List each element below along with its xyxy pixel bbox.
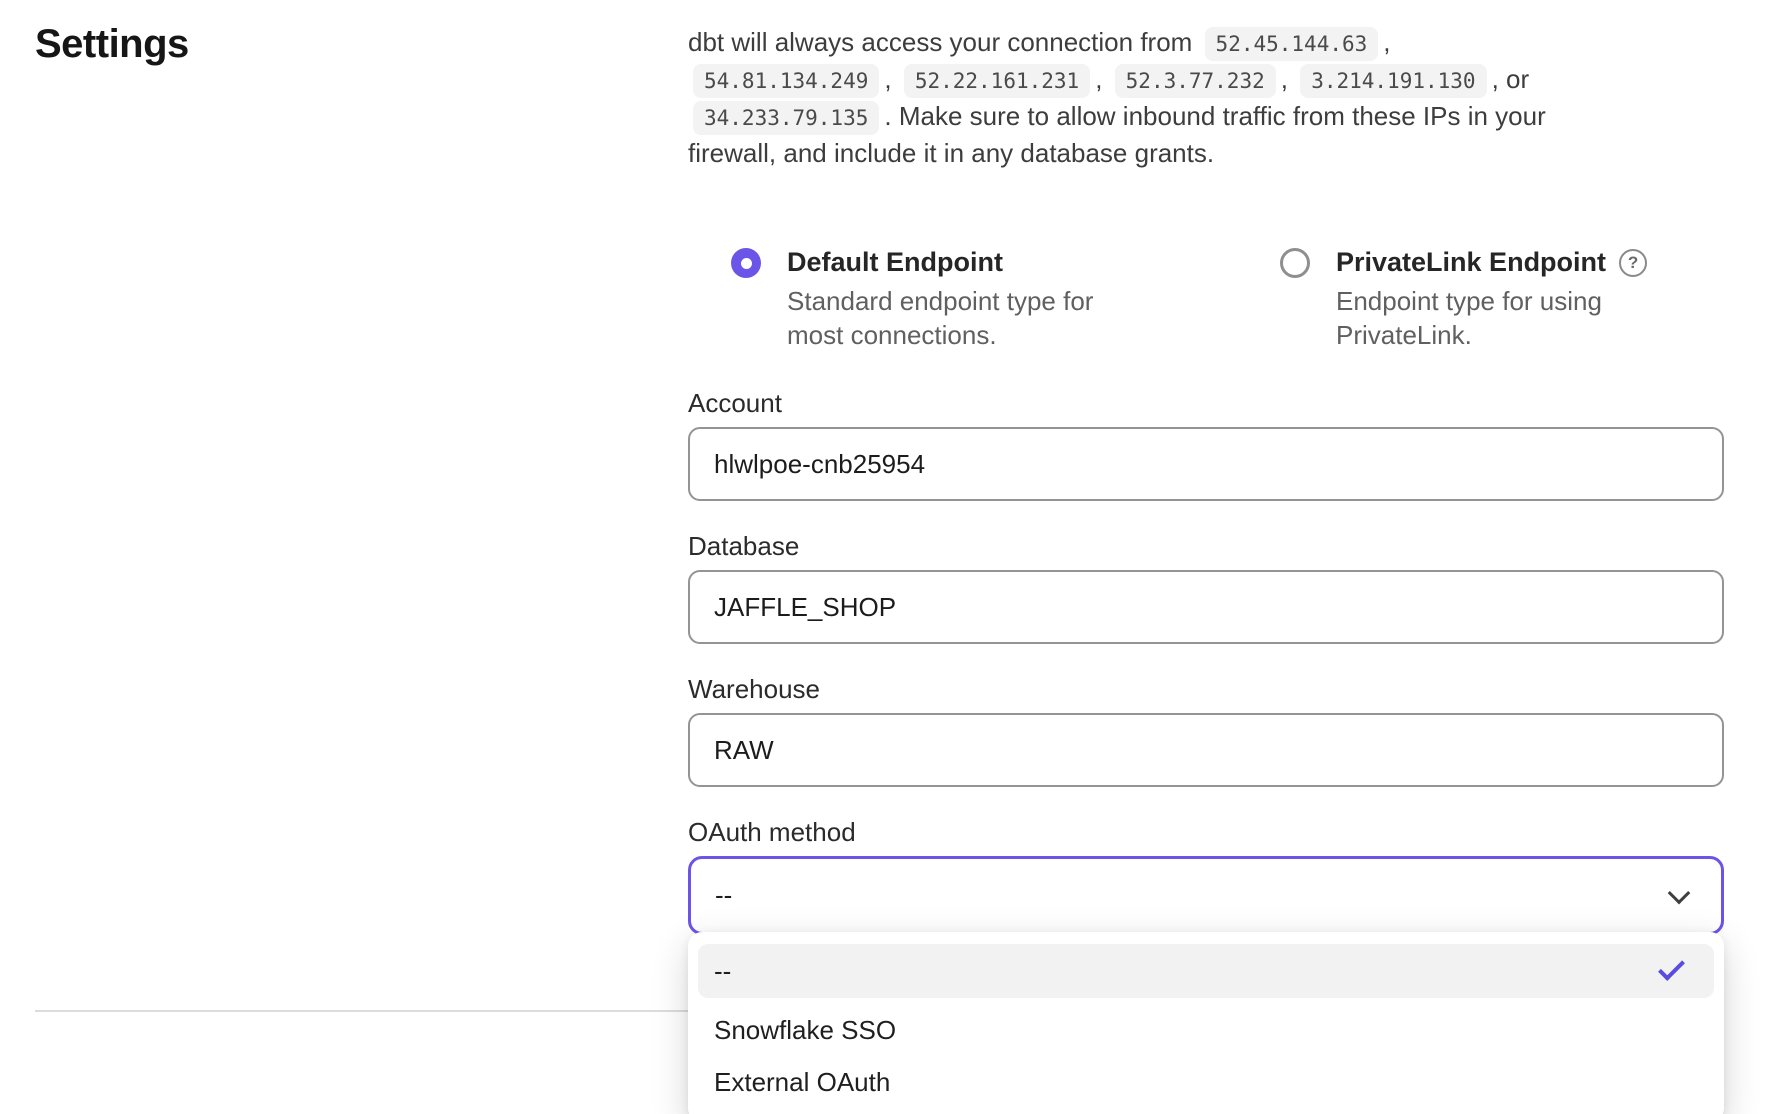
endpoint-option-description: Endpoint type for using PrivateLink. — [1336, 284, 1611, 352]
help-icon[interactable]: ? — [1619, 249, 1647, 277]
endpoint-option-default[interactable]: Default Endpoint Standard endpoint type … — [731, 246, 1280, 352]
oauth-method-dropdown: -- Snowflake SSO External OAuth — [688, 932, 1724, 1114]
radio-selected-icon[interactable] — [731, 248, 761, 278]
ip-address-chip: 54.81.134.249 — [693, 64, 879, 98]
account-label: Account — [688, 388, 1724, 418]
connection-form-column: dbt will always access your connection f… — [688, 24, 1724, 935]
dropdown-option-none[interactable]: -- — [698, 944, 1714, 998]
ip-address-chip: 3.214.191.130 — [1300, 64, 1486, 98]
check-icon — [1658, 954, 1685, 981]
endpoint-option-description: Standard endpoint type for most connecti… — [787, 284, 1142, 352]
notice-text: , — [1281, 64, 1295, 94]
notice-text: , — [1383, 27, 1390, 57]
warehouse-input[interactable] — [688, 713, 1724, 787]
warehouse-field-group: Warehouse — [688, 674, 1724, 787]
account-field-group: Account — [688, 388, 1724, 501]
endpoint-type-radio-group: Default Endpoint Standard endpoint type … — [688, 246, 1724, 352]
oauth-method-field-group: OAuth method -- — [688, 817, 1724, 935]
notice-text: , or — [1492, 64, 1530, 94]
endpoint-option-label: Default Endpoint — [787, 246, 1142, 279]
notice-text: dbt will always access your connection f… — [688, 27, 1200, 57]
ip-address-chip: 34.233.79.135 — [693, 101, 879, 135]
oauth-method-label: OAuth method — [688, 817, 1724, 847]
endpoint-option-privatelink[interactable]: PrivateLink Endpoint ? Endpoint type for… — [1280, 246, 1647, 352]
dropdown-option-external-oauth[interactable]: External OAuth — [698, 1056, 1714, 1108]
notice-text: , — [1095, 64, 1109, 94]
dropdown-option-snowflake-sso[interactable]: Snowflake SSO — [698, 1004, 1714, 1056]
chevron-down-icon — [1668, 881, 1691, 904]
ip-address-chip: 52.45.144.63 — [1205, 27, 1379, 61]
ip-allowlist-notice: dbt will always access your connection f… — [688, 24, 1572, 172]
dropdown-option-label: -- — [714, 956, 731, 987]
section-divider — [35, 1010, 695, 1012]
account-input[interactable] — [688, 427, 1724, 501]
oauth-method-selected-value: -- — [715, 880, 732, 911]
warehouse-label: Warehouse — [688, 674, 1724, 704]
database-label: Database — [688, 531, 1724, 561]
ip-address-chip: 52.22.161.231 — [904, 64, 1090, 98]
database-field-group: Database — [688, 531, 1724, 644]
endpoint-option-label: PrivateLink Endpoint — [1336, 246, 1606, 279]
radio-unselected-icon[interactable] — [1280, 248, 1310, 278]
notice-text: , — [884, 64, 898, 94]
oauth-method-select[interactable]: -- — [688, 856, 1724, 935]
page-title: Settings — [35, 22, 189, 67]
settings-page: Settings dbt will always access your con… — [0, 0, 1770, 1114]
database-input[interactable] — [688, 570, 1724, 644]
dropdown-option-label: Snowflake SSO — [714, 1015, 896, 1046]
dropdown-option-label: External OAuth — [714, 1067, 890, 1098]
ip-address-chip: 52.3.77.232 — [1115, 64, 1276, 98]
